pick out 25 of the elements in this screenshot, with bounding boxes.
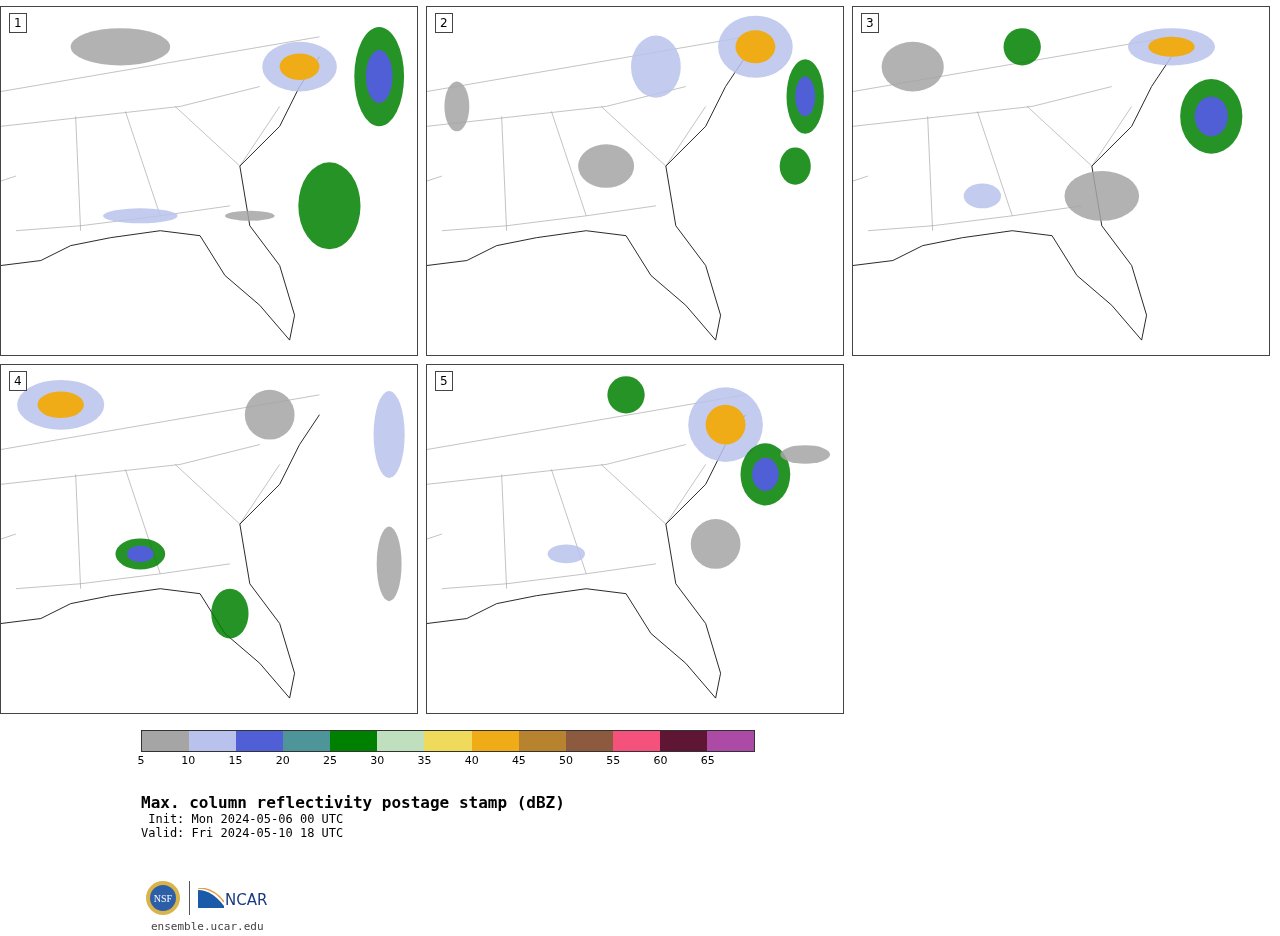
ncar-logo-text: NCAR: [225, 892, 268, 908]
tick-label: 65: [700, 754, 715, 767]
nsf-logo: NSF: [145, 880, 181, 916]
tick-label: 50: [559, 754, 574, 767]
ncar-mark-icon: [198, 888, 224, 908]
tick-label: 20: [275, 754, 290, 767]
tick-label: 45: [511, 754, 526, 767]
site-url: ensemble.ucar.edu: [151, 920, 265, 933]
init-time: Init: Mon 2024-05-06 00 UTC: [147, 812, 345, 826]
valid-time: Valid: Fri 2024-05-10 18 UTC: [141, 826, 345, 840]
tick-label: 25: [322, 754, 337, 767]
tick-label: 30: [370, 754, 385, 767]
tick-label: 60: [653, 754, 668, 767]
tick-label: 40: [464, 754, 479, 767]
chart-title: Max. column reflectivity postage stamp (dBZ): [141, 794, 566, 812]
panel-number: 4: [9, 371, 27, 391]
panel-number: 3: [861, 13, 879, 33]
tick-label: 35: [417, 754, 432, 767]
panel-number: 2: [435, 13, 453, 33]
tick-label: 10: [181, 754, 196, 767]
tick-label: 5: [137, 754, 145, 767]
tick-label: 55: [606, 754, 621, 767]
panel-number: 1: [9, 13, 27, 33]
tick-label: 15: [228, 754, 243, 767]
panel-number: 5: [435, 371, 453, 391]
